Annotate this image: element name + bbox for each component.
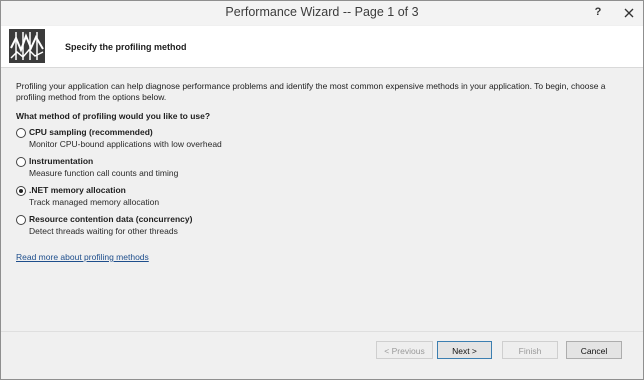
radio-instrumentation[interactable]: [16, 157, 26, 167]
option-description: Measure function call counts and timing: [29, 168, 179, 178]
title-bar: Performance Wizard -- Page 1 of 3 ?: [1, 1, 643, 25]
help-button[interactable]: ?: [589, 3, 607, 21]
radio-cpu-sampling[interactable]: [16, 128, 26, 138]
read-more-link[interactable]: Read more about profiling methods: [16, 252, 149, 262]
close-icon[interactable]: [621, 5, 637, 21]
option-label: Instrumentation: [29, 156, 94, 166]
question-label: What method of profiling would you like …: [16, 111, 211, 121]
description-text: Profiling your application can help diag…: [16, 81, 606, 102]
option-label: Resource contention data (concurrency): [29, 214, 193, 224]
wizard-header: Specify the profiling method: [1, 26, 643, 68]
wizard-body: Profiling your application can help diag…: [16, 81, 623, 262]
option-description: Detect threads waiting for other threads: [29, 226, 178, 236]
finish-button[interactable]: Finish: [502, 341, 558, 359]
footer-divider: [1, 331, 643, 332]
cancel-button[interactable]: Cancel: [566, 341, 622, 359]
radio-resource-contention[interactable]: [16, 215, 26, 225]
page-title: Specify the profiling method: [65, 42, 187, 52]
window-title: Performance Wizard -- Page 1 of 3: [225, 5, 419, 19]
next-button[interactable]: Next >: [437, 341, 492, 359]
option-label: .NET memory allocation: [29, 185, 126, 195]
performance-chart-icon: [8, 28, 46, 64]
option-description: Track managed memory allocation: [29, 197, 160, 207]
option-description: Monitor CPU-bound applications with low …: [29, 139, 222, 149]
option-label: CPU sampling (recommended): [29, 127, 153, 137]
previous-button[interactable]: < Previous: [376, 341, 433, 359]
performance-wizard-window: Performance Wizard -- Page 1 of 3 ? Spec…: [0, 0, 644, 380]
radio-net-memory-allocation[interactable]: [16, 186, 26, 196]
